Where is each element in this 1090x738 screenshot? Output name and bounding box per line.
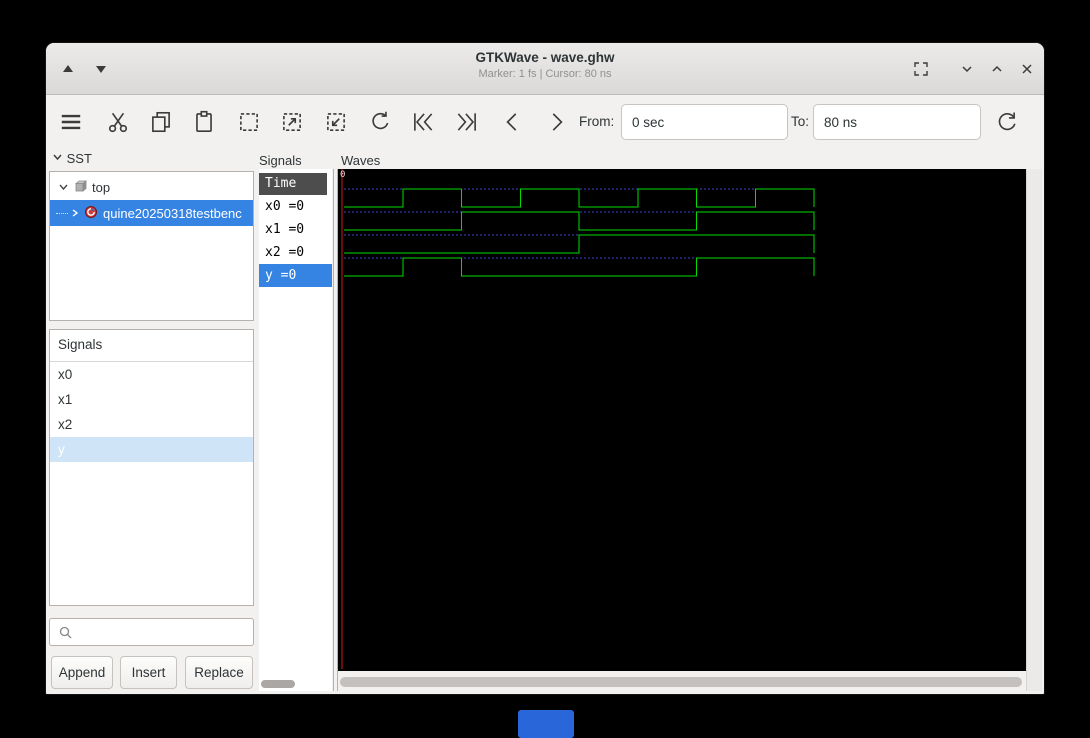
search-icon: [59, 626, 72, 639]
close-icon[interactable]: [1019, 61, 1035, 77]
waves-horizontal-scrollbar[interactable]: [338, 676, 1026, 688]
step-forward-icon[interactable]: [543, 109, 569, 135]
tree-item-top[interactable]: top: [50, 174, 253, 200]
window-title: GTKWave - wave.ghw: [475, 50, 615, 65]
signal-row[interactable]: x0 =0: [259, 195, 327, 218]
paste-icon[interactable]: [191, 109, 217, 135]
zoom-out-icon[interactable]: [323, 109, 349, 135]
timeline-label: 0: [340, 170, 346, 180]
list-item[interactable]: x2: [50, 412, 253, 437]
replace-button[interactable]: Replace: [185, 656, 253, 689]
from-input[interactable]: [621, 104, 788, 140]
waveform-canvas: [341, 169, 815, 669]
gtkwave-window: GTKWave - wave.ghw Marker: 1 fs | Cursor…: [45, 42, 1045, 695]
signal-row[interactable]: x2 =0: [259, 241, 327, 264]
menu-icon[interactable]: [58, 109, 84, 135]
from-label: From:: [579, 114, 615, 129]
expander-right-icon[interactable]: [70, 208, 80, 218]
signal-facility-list: Signals x0 x1 x2 y: [49, 329, 254, 606]
append-button[interactable]: Append: [51, 656, 113, 689]
signal-row[interactable]: x1 =0: [259, 218, 327, 241]
time-column-header: Time: [259, 173, 327, 195]
tree-item-label: top: [92, 179, 111, 195]
entity-icon: [84, 205, 98, 222]
zoom-in-icon[interactable]: [279, 109, 305, 135]
scrollbar-slider[interactable]: [340, 677, 1022, 687]
sst-header: SST: [52, 151, 92, 166]
undo-icon[interactable]: [367, 109, 393, 135]
waves-panel-header: Waves: [341, 153, 381, 168]
sst-tree: top quine20250318testbenc: [49, 171, 254, 321]
titlebar[interactable]: GTKWave - wave.ghw Marker: 1 fs | Cursor…: [46, 43, 1044, 95]
waveform-area[interactable]: 0: [338, 169, 1026, 671]
waves-vertical-scrollbar[interactable]: [1026, 169, 1042, 691]
seek-first-icon[interactable]: [410, 109, 436, 135]
module-icon: [73, 179, 88, 196]
to-label: To:: [791, 114, 810, 129]
list-item[interactable]: x0: [50, 362, 253, 387]
cut-icon[interactable]: [105, 109, 131, 135]
expander-down-icon[interactable]: [52, 152, 63, 162]
chevron-down-icon[interactable]: [959, 61, 975, 77]
insert-button[interactable]: Insert: [120, 656, 177, 689]
signals-horizontal-scrollbar[interactable]: [260, 679, 331, 689]
list-item[interactable]: y: [50, 437, 253, 462]
expander-down-icon[interactable]: [58, 182, 69, 192]
signal-row[interactable]: y =0: [259, 264, 332, 287]
chevron-up-icon[interactable]: [989, 61, 1005, 77]
tree-item-label: quine20250318testbenc: [103, 205, 242, 221]
window-status: Marker: 1 fs | Cursor: 80 ns: [478, 68, 612, 80]
tree-guide: [56, 212, 68, 214]
list-item[interactable]: x1: [50, 387, 253, 412]
copy-icon[interactable]: [148, 109, 174, 135]
signals-panel-header: Signals: [259, 153, 302, 168]
signals-list-header: Signals: [50, 330, 253, 362]
to-input[interactable]: [813, 104, 981, 140]
signal-name-panel: Time x0 =0 x1 =0 x2 =0 y =0: [259, 169, 332, 691]
signal-search[interactable]: [49, 618, 254, 646]
fullscreen-icon[interactable]: [913, 61, 929, 77]
scrollbar-slider[interactable]: [261, 680, 295, 688]
selection-box-icon[interactable]: [236, 109, 262, 135]
tree-item-testbench[interactable]: quine20250318testbenc: [50, 200, 253, 226]
reload-icon[interactable]: [994, 109, 1020, 135]
step-back-icon[interactable]: [500, 109, 526, 135]
toolbar: From: To:: [46, 95, 1044, 149]
taskbar-accent: [518, 710, 574, 738]
seek-last-icon[interactable]: [454, 109, 480, 135]
